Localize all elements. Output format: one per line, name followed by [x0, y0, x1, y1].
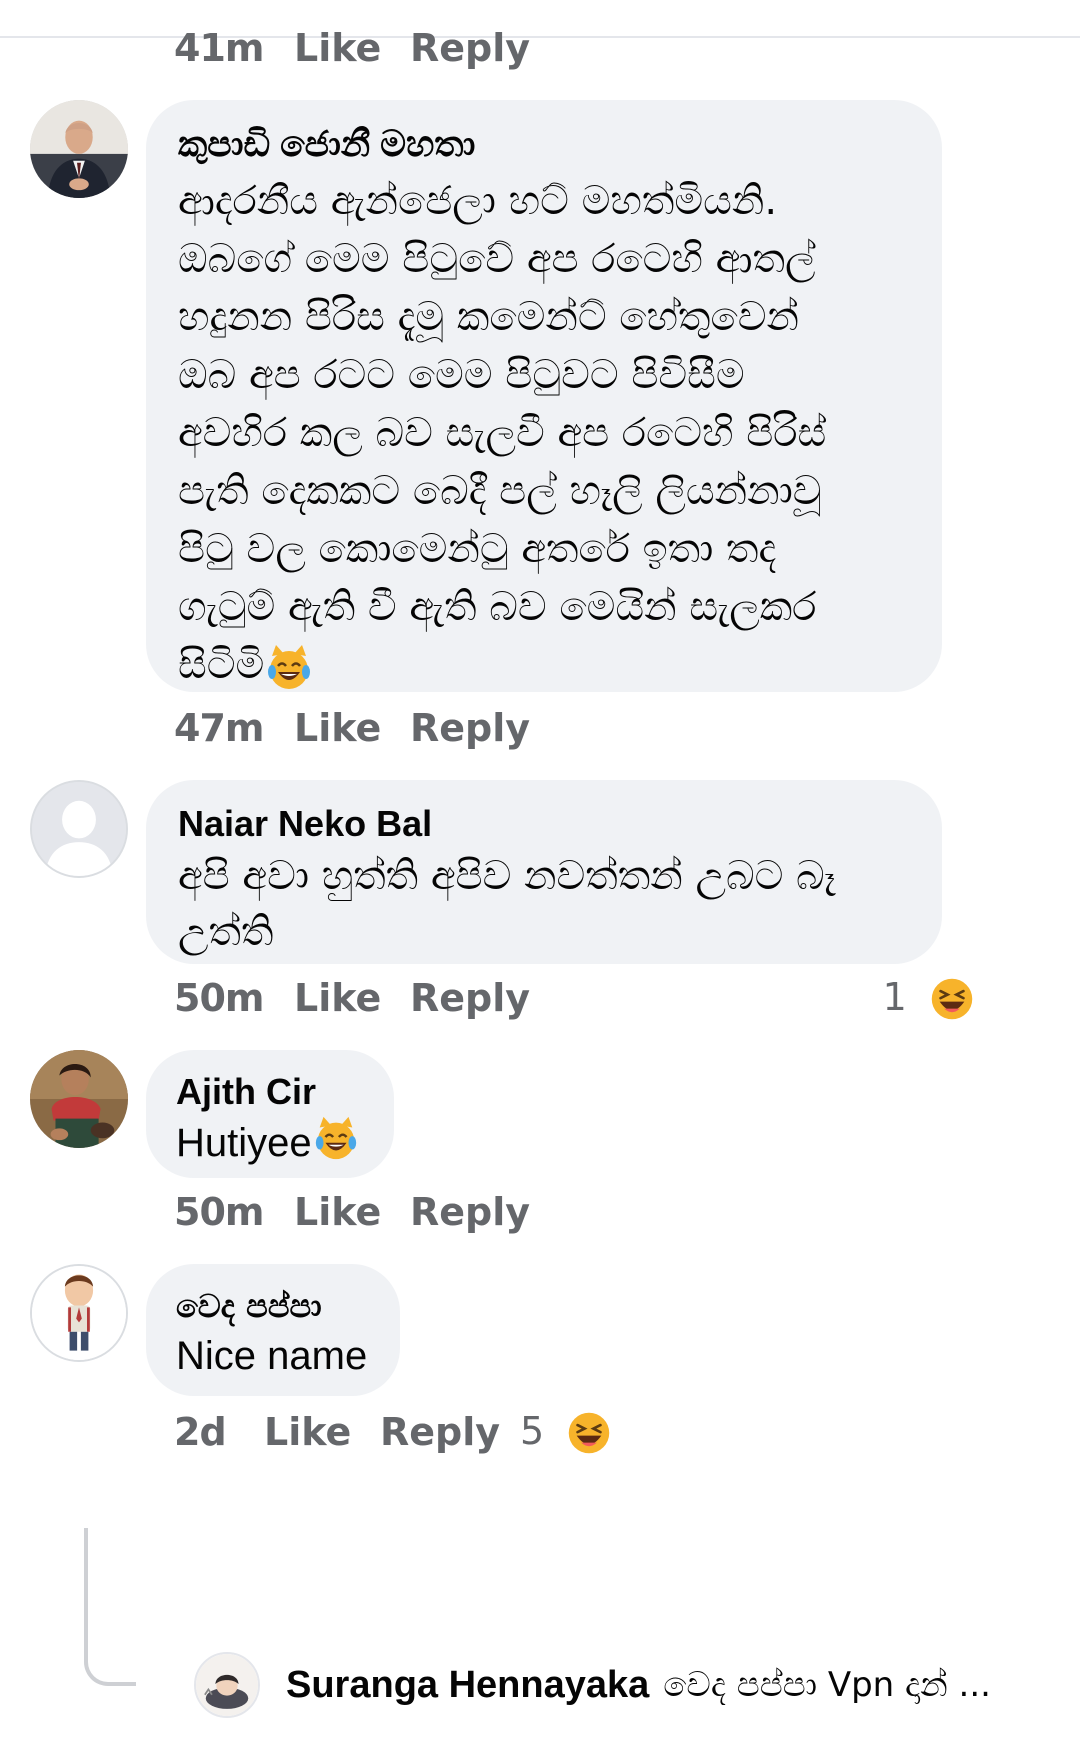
comment-text: අපි අවා හුත්ති අපිව නවත්තන් උබට බෑ උත්ති — [178, 848, 910, 960]
comment-time[interactable]: 47m — [174, 706, 294, 750]
reply-button[interactable]: Reply — [380, 1410, 520, 1454]
comment-bubble[interactable]: වෙද පප්පා Nice name — [146, 1264, 400, 1396]
avatar[interactable] — [30, 780, 128, 878]
commenter-name[interactable]: කුපාඩි ජොනී මහතා — [178, 122, 910, 166]
like-button[interactable]: Like — [294, 1190, 410, 1234]
avatar[interactable] — [30, 1050, 128, 1148]
comment-line: ඔබ අප රටට මෙම පිටුවට පිවිසීම — [178, 352, 745, 398]
reaction-summary[interactable]: 5 — [520, 1409, 611, 1456]
like-button[interactable]: Like — [264, 1410, 380, 1454]
avatar[interactable] — [194, 1652, 260, 1718]
like-button[interactable]: Like — [294, 706, 410, 750]
comment-text: Hutiyee — [176, 1114, 364, 1168]
commenter-name[interactable]: වෙද පප්පා — [176, 1284, 370, 1328]
comment-line: හදුනන පිරිස දැමූ කමෙන්ට් හේතුවෙන් — [178, 294, 799, 340]
comment-bubble[interactable]: Naiar Neko Bal අපි අවා හුත්ති අපිව නවත්ත… — [146, 780, 942, 964]
top-divider — [0, 36, 1080, 38]
like-button[interactable]: Like — [294, 26, 410, 70]
comment-meta-row: 50m Like Reply — [174, 1190, 530, 1234]
reaction-summary[interactable]: 1 — [883, 975, 974, 1022]
comment-time[interactable]: 41m — [174, 26, 294, 70]
comment-line: ගැටුම් ඇති වී ඇති බව මෙයින් සැලකර — [178, 584, 817, 630]
reply-button[interactable]: Reply — [410, 706, 530, 750]
comment-line-text: සිටිමි — [178, 642, 265, 688]
comment-meta-row: 41m Like Reply — [174, 26, 530, 70]
comment-time[interactable]: 50m — [174, 976, 294, 1020]
reply-thread-connector — [84, 1528, 136, 1686]
comment-text: ආදරනීය ඇන්ජෙලා හට් මහත්මියනි. ඔබගේ මෙම ප… — [178, 172, 910, 694]
like-button[interactable]: Like — [294, 976, 410, 1020]
avatar[interactable] — [30, 100, 128, 198]
reaction-count: 5 — [520, 1408, 545, 1453]
laughing-face-icon — [930, 977, 974, 1021]
reply-snippet[interactable]: වෙද පප්පා Vpn දාන් ... — [663, 1665, 991, 1705]
avatar[interactable] — [30, 1264, 128, 1362]
comment-line: පැති දෙකකට බෙදී පල් හෑලි ලියන්නාවූ — [178, 468, 822, 514]
comment-meta-row: 50m Like Reply 1 — [174, 975, 974, 1022]
comment-time[interactable]: 2d — [174, 1410, 264, 1454]
commenter-name[interactable]: Naiar Neko Bal — [178, 802, 910, 846]
laughing-face-icon — [567, 1411, 611, 1455]
reaction-count: 1 — [882, 974, 907, 1019]
comment-line: පිටු වල කොමෙන්ටු අතරේ ඉතා තද — [178, 526, 777, 572]
comment-line: ආදරනීය ඇන්ජෙලා හට් මහත්මියනි. — [178, 178, 778, 224]
comment-meta-row: 47m Like Reply — [174, 706, 530, 750]
comment-bubble[interactable]: Ajith Cir Hutiyee — [146, 1050, 394, 1178]
comment-time[interactable]: 50m — [174, 1190, 294, 1234]
comment-line: උත්ති — [178, 909, 274, 955]
reply-button[interactable]: Reply — [410, 1190, 530, 1234]
cat-tears-of-joy-icon — [264, 642, 314, 692]
comment-text-content: Hutiyee — [176, 1121, 312, 1165]
comment-line: ඔබගේ මෙම පිටුවේ අප රටෙහි ආතල් — [178, 236, 816, 282]
comment-bubble[interactable]: කුපාඩි ජොනී මහතා ආදරනීය ඇන්ජෙලා හට් මහත්… — [146, 100, 942, 692]
cat-tears-of-joy-icon — [312, 1114, 360, 1162]
comment-line: සිටිමි — [178, 636, 910, 694]
reply-author-name[interactable]: Suranga Hennayaka — [286, 1664, 649, 1707]
comment-line: අවහිර කල බව සැලවී අප රටෙහි පිරිස් — [178, 410, 827, 456]
reply-button[interactable]: Reply — [410, 976, 530, 1020]
comment-text: Nice name — [176, 1334, 368, 1378]
reply-button[interactable]: Reply — [410, 26, 530, 70]
comment-line: අපි අවා හුත්ති අපිව නවත්තන් උබට බෑ — [178, 853, 836, 899]
commenter-name[interactable]: Ajith Cir — [176, 1070, 364, 1114]
reply-preview[interactable]: Suranga Hennayaka වෙද පප්පා Vpn දාන් ... — [194, 1650, 1034, 1720]
comment-meta-row: 2d Like Reply 5 — [174, 1409, 611, 1456]
